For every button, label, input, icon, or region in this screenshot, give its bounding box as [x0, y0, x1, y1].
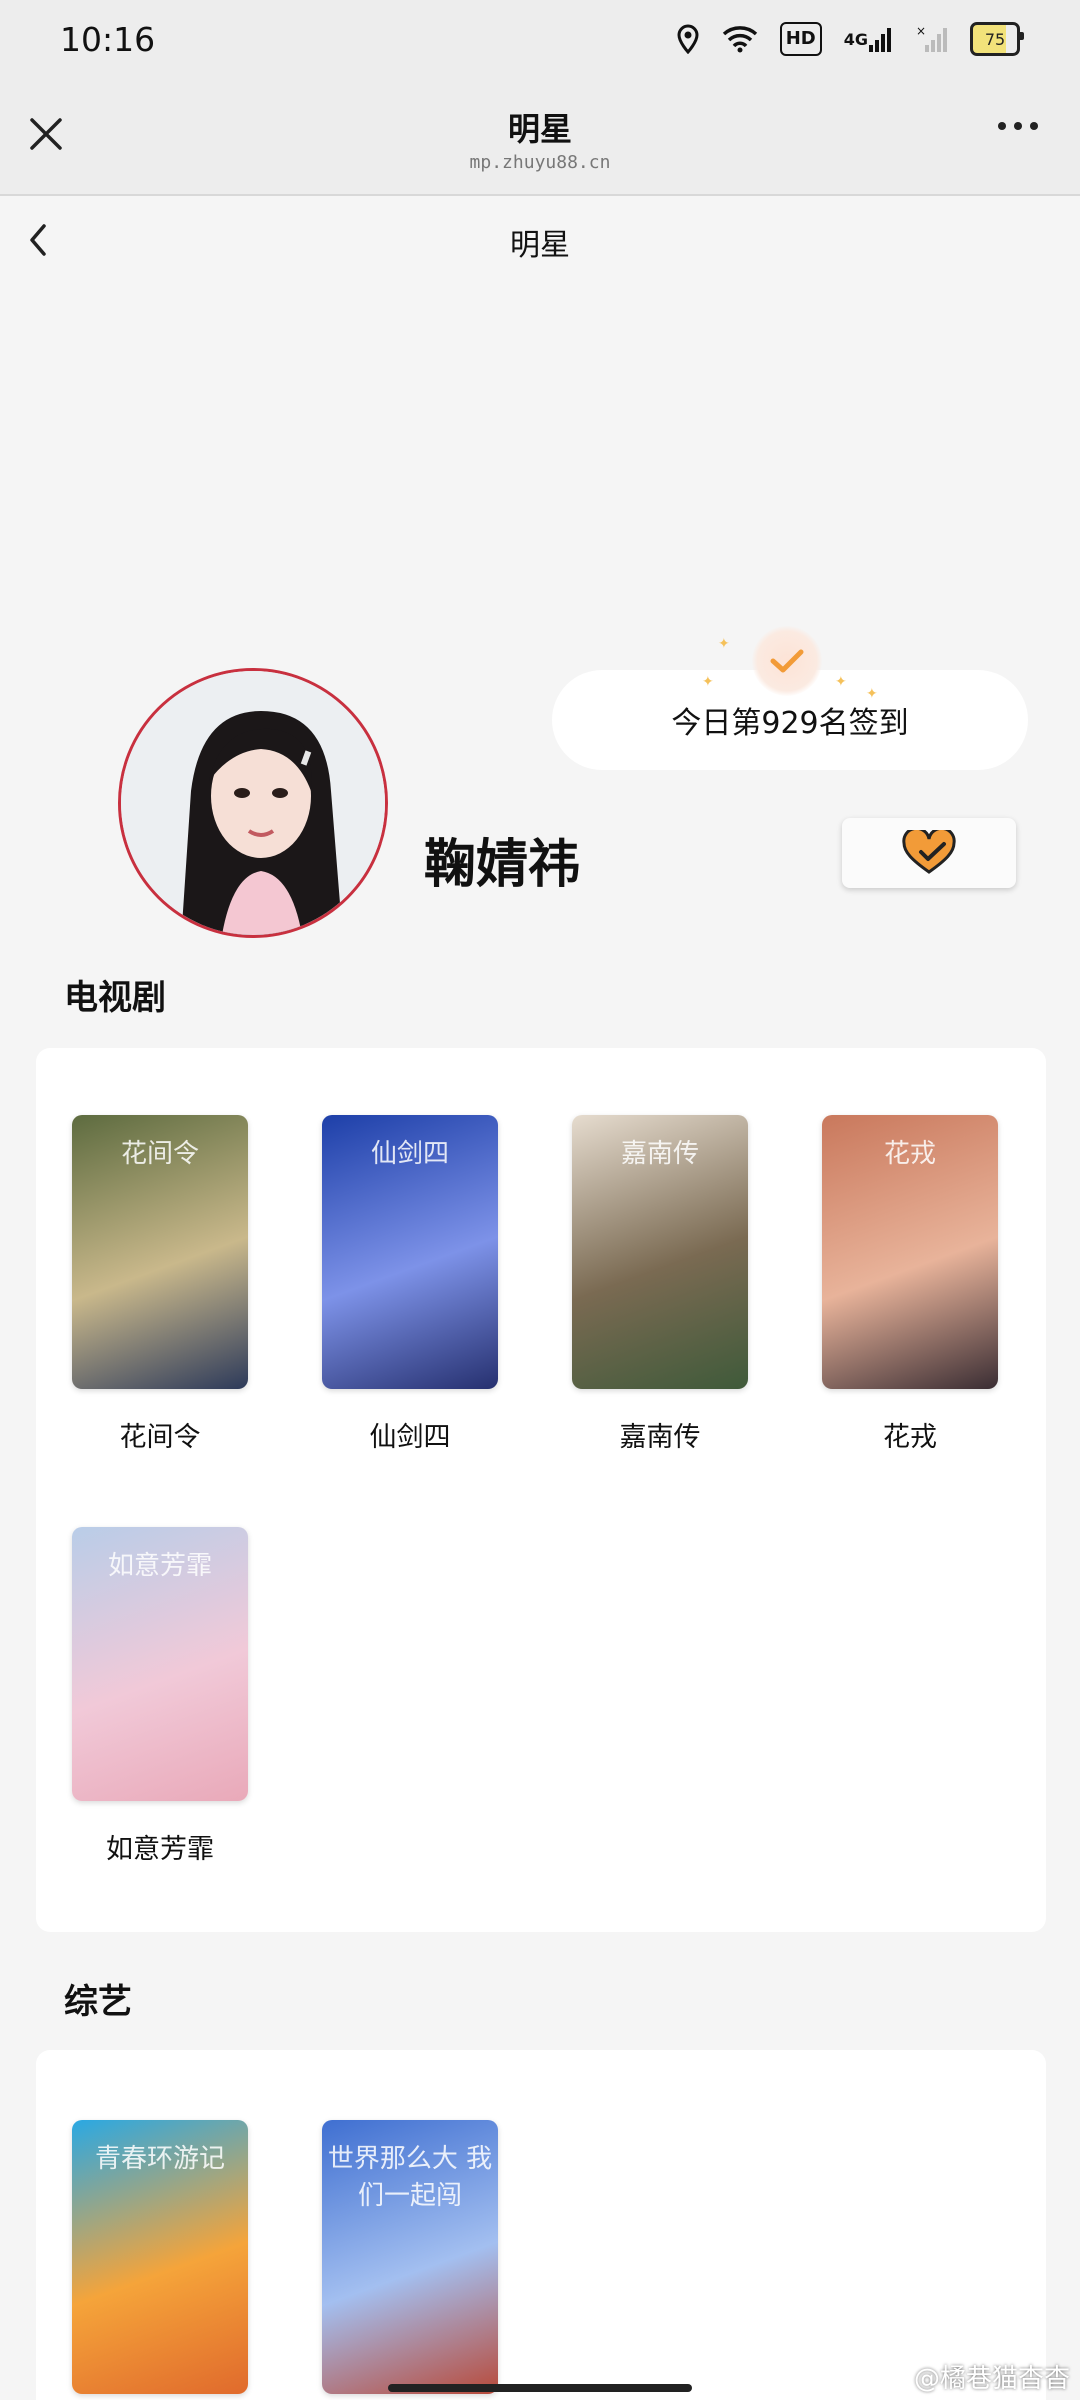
battery-icon: 75: [970, 22, 1024, 56]
svg-text:×: ×: [916, 25, 926, 38]
poster-title-text: 青春环游记: [94, 2144, 225, 2174]
nav-domain: mp.zhuyu88.cn: [469, 152, 611, 173]
poster-title-text: 花戎: [883, 1139, 936, 1169]
show-label[interactable]: 花间令: [60, 1415, 260, 1454]
star-name: 鞠婧祎: [424, 835, 581, 895]
signin-text: 今日第929名签到: [671, 706, 909, 741]
poster-title-text: 仙剑四: [370, 1139, 449, 1169]
heart-check-icon: [902, 830, 956, 874]
show-poster[interactable]: 如意芳霏: [72, 1527, 248, 1801]
signal-nosim-icon: ×: [916, 22, 948, 56]
home-indicator[interactable]: [388, 2384, 692, 2392]
page-header: 明星: [0, 198, 1080, 282]
poster-title-text: 如意芳霏: [107, 1551, 212, 1581]
poster-title-text: 世界那么大 我们一起闯: [327, 2144, 493, 2211]
location-icon: [676, 22, 700, 56]
section-title-tv: 电视剧: [64, 978, 166, 1018]
check-icon: [752, 626, 822, 696]
show-label[interactable]: 如意芳霏: [60, 1827, 260, 1866]
show-poster[interactable]: 世界那么大 我们一起闯: [322, 2120, 498, 2394]
sparkle-icon: ✦: [702, 674, 714, 690]
page-title: 明星: [510, 228, 570, 263]
show-label[interactable]: 仙剑四: [310, 1415, 510, 1454]
star-avatar[interactable]: [118, 668, 388, 938]
status-icons: HD 4G × 75: [676, 22, 1024, 56]
follow-button[interactable]: [842, 818, 1016, 888]
status-time: 10:16: [60, 20, 156, 59]
signal-icon: 4G: [844, 22, 894, 56]
signal-4g-label: 4G: [843, 29, 868, 49]
more-icon[interactable]: [998, 122, 1038, 130]
watermark: @橘巷猫杳杳: [913, 2364, 1070, 2394]
wifi-icon: [722, 22, 758, 56]
section-title-variety: 综艺: [64, 1982, 132, 2022]
show-poster[interactable]: 仙剑四: [322, 1115, 498, 1389]
status-bar: 10:16 HD 4G × 75: [0, 0, 1080, 80]
sparkle-icon: ✦: [866, 686, 878, 702]
sparkle-icon: ✦: [835, 674, 847, 690]
show-label[interactable]: 嘉南传: [560, 1415, 760, 1454]
sparkle-icon: ✦: [718, 636, 730, 652]
top-nav-bar: 明星 mp.zhuyu88.cn: [0, 80, 1080, 196]
show-poster[interactable]: 嘉南传: [572, 1115, 748, 1389]
show-poster[interactable]: 花间令: [72, 1115, 248, 1389]
show-poster[interactable]: 青春环游记: [72, 2120, 248, 2394]
show-label[interactable]: 花戎: [810, 1415, 1010, 1454]
hd-badge: HD: [779, 22, 822, 56]
poster-title-text: 嘉南传: [620, 1139, 699, 1169]
poster-title-text: 花间令: [120, 1139, 199, 1169]
show-poster[interactable]: 花戎: [822, 1115, 998, 1389]
nav-title: 明星: [507, 110, 572, 148]
